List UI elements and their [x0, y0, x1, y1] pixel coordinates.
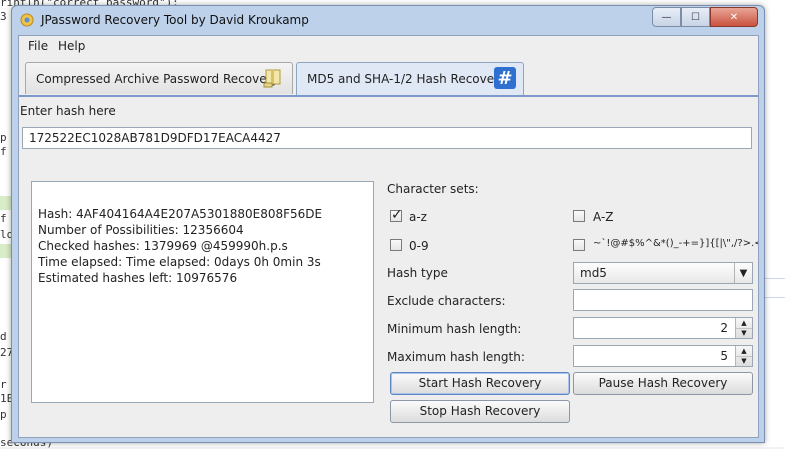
maximize-icon: ☐	[691, 11, 700, 23]
pause-hash-recovery-button[interactable]: Pause Hash Recovery	[573, 372, 753, 395]
charset-AZ-label: A-Z	[593, 210, 614, 224]
minimize-icon: —	[661, 11, 672, 23]
svg-text:#: #	[497, 68, 512, 89]
output-line: Number of Possibilities: 12356604	[38, 223, 244, 237]
exclude-characters-label: Exclude characters:	[387, 294, 506, 308]
start-hash-recovery-button[interactable]: Start Hash Recovery	[390, 372, 570, 395]
character-sets-label: Character sets:	[387, 182, 479, 196]
title-bar[interactable]: JPassword Recovery Tool by David Kroukam…	[12, 6, 764, 34]
spin-down-icon[interactable]: ▼	[736, 356, 752, 366]
background-code-line: r	[0, 378, 7, 391]
menu-file[interactable]: File	[28, 39, 48, 53]
background-code-line: p	[0, 408, 7, 421]
charset-az-label: a-z	[409, 210, 427, 224]
hash-type-label: Hash type	[387, 266, 448, 280]
exclude-characters-input[interactable]	[573, 289, 753, 311]
charset-symbols-checkbox[interactable]	[573, 239, 585, 251]
window-client-area: File Help Compressed Archive Password Re…	[18, 35, 759, 438]
min-length-spinner[interactable]: 2 ▲ ▼	[573, 317, 753, 339]
output-line: Checked hashes: 1379969 @459990h.p.s	[38, 239, 288, 253]
archive-icon	[263, 69, 281, 88]
hash-type-value: md5	[580, 266, 607, 280]
charset-symbols-label: ~`!@#$%^&*()_-+=}]{[|\",/?>.<:;	[593, 238, 758, 249]
charset-az-checkbox[interactable]	[390, 207, 403, 223]
tab-archive-label: Compressed Archive Password Recovery	[36, 72, 279, 86]
charset-digits-label: 0-9	[409, 239, 429, 253]
menu-help[interactable]: Help	[58, 39, 85, 53]
tab-archive-recovery[interactable]: Compressed Archive Password Recovery	[25, 62, 293, 94]
window-controls: — ☐ ✕	[652, 7, 758, 27]
app-logo-icon	[20, 13, 34, 27]
hash-icon: #	[494, 67, 516, 89]
min-length-value: 2	[720, 321, 728, 335]
menu-bar: File Help	[19, 36, 758, 56]
tab-hash-label: MD5 and SHA-1/2 Hash Recovery	[307, 72, 507, 86]
chevron-down-icon: ▼	[734, 263, 752, 283]
enter-hash-label: Enter hash here	[20, 104, 116, 118]
min-length-spin-buttons: ▲ ▼	[735, 318, 752, 338]
recovery-output-area[interactable]: Hash: 4AF404164A4E207A5301880E808F56DE N…	[31, 181, 374, 403]
background-code-line: f	[0, 145, 7, 158]
spin-down-icon[interactable]: ▼	[736, 328, 752, 338]
app-window: JPassword Recovery Tool by David Kroukam…	[11, 5, 765, 443]
hash-input[interactable]: 172522EC1028AB781D9DFD17EACA4427	[22, 127, 752, 149]
max-length-spin-buttons: ▲ ▼	[735, 346, 752, 366]
background-code-line: p	[0, 131, 7, 144]
max-length-spinner[interactable]: 5 ▲ ▼	[573, 345, 753, 367]
hash-type-select[interactable]: md5 ▼	[573, 262, 753, 284]
close-icon: ✕	[729, 11, 739, 23]
output-line: Estimated hashes left: 10976576	[38, 271, 238, 285]
max-length-label: Maximum hash length:	[387, 350, 525, 364]
tab-hash-recovery[interactable]: MD5 and SHA-1/2 Hash Recovery #	[296, 62, 524, 95]
output-line: Hash: 4AF404164A4E207A5301880E808F56DE	[38, 207, 323, 221]
background-code-line: d	[0, 330, 7, 343]
tab-content-border	[19, 95, 758, 97]
max-length-value: 5	[720, 349, 728, 363]
background-code-line: f	[0, 212, 7, 225]
background-code-line: 3	[0, 10, 7, 23]
window-title: JPassword Recovery Tool by David Kroukam…	[41, 13, 309, 27]
charset-AZ-checkbox[interactable]	[573, 210, 585, 222]
output-line: Time elapsed: Time elapsed: 0days 0h 0mi…	[38, 255, 321, 269]
minimize-button[interactable]: —	[652, 7, 681, 27]
close-button[interactable]: ✕	[710, 7, 758, 27]
maximize-button[interactable]: ☐	[681, 7, 710, 27]
stop-hash-recovery-button[interactable]: Stop Hash Recovery	[390, 400, 570, 423]
charset-digits-checkbox[interactable]	[390, 239, 402, 251]
min-length-label: Minimum hash length:	[387, 322, 522, 336]
